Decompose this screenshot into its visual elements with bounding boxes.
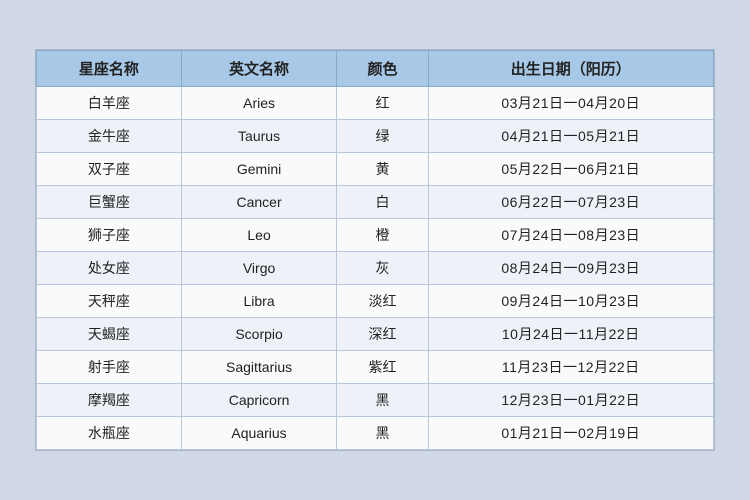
cell-color: 灰 — [337, 252, 428, 285]
cell-dates: 11月23日一12月22日 — [428, 351, 713, 384]
cell-chinese-name: 摩羯座 — [37, 384, 182, 417]
cell-dates: 05月22日一06月21日 — [428, 153, 713, 186]
cell-color: 紫红 — [337, 351, 428, 384]
cell-english-name: Libra — [181, 285, 337, 318]
cell-color: 绿 — [337, 120, 428, 153]
table-row: 金牛座Taurus绿04月21日一05月21日 — [37, 120, 714, 153]
table-row: 天蝎座Scorpio深红10月24日一11月22日 — [37, 318, 714, 351]
cell-english-name: Gemini — [181, 153, 337, 186]
cell-dates: 04月21日一05月21日 — [428, 120, 713, 153]
cell-english-name: Aries — [181, 87, 337, 120]
cell-dates: 12月23日一01月22日 — [428, 384, 713, 417]
table-row: 水瓶座Aquarius黑01月21日一02月19日 — [37, 417, 714, 450]
cell-dates: 10月24日一11月22日 — [428, 318, 713, 351]
cell-chinese-name: 水瓶座 — [37, 417, 182, 450]
cell-color: 红 — [337, 87, 428, 120]
cell-chinese-name: 天秤座 — [37, 285, 182, 318]
cell-chinese-name: 白羊座 — [37, 87, 182, 120]
cell-dates: 07月24日一08月23日 — [428, 219, 713, 252]
cell-color: 深红 — [337, 318, 428, 351]
zodiac-table: 星座名称 英文名称 颜色 出生日期（阳历） 白羊座Aries红03月21日一04… — [36, 50, 714, 450]
zodiac-table-container: 星座名称 英文名称 颜色 出生日期（阳历） 白羊座Aries红03月21日一04… — [35, 49, 715, 451]
cell-dates: 06月22日一07月23日 — [428, 186, 713, 219]
table-body: 白羊座Aries红03月21日一04月20日金牛座Taurus绿04月21日一0… — [37, 87, 714, 450]
header-color: 颜色 — [337, 51, 428, 87]
cell-color: 黄 — [337, 153, 428, 186]
cell-chinese-name: 天蝎座 — [37, 318, 182, 351]
cell-dates: 09月24日一10月23日 — [428, 285, 713, 318]
cell-color: 淡红 — [337, 285, 428, 318]
table-row: 射手座Sagittarius紫红11月23日一12月22日 — [37, 351, 714, 384]
cell-english-name: Aquarius — [181, 417, 337, 450]
cell-english-name: Capricorn — [181, 384, 337, 417]
cell-color: 橙 — [337, 219, 428, 252]
header-chinese-name: 星座名称 — [37, 51, 182, 87]
cell-english-name: Taurus — [181, 120, 337, 153]
header-english-name: 英文名称 — [181, 51, 337, 87]
table-row: 巨蟹座Cancer白06月22日一07月23日 — [37, 186, 714, 219]
table-row: 处女座Virgo灰08月24日一09月23日 — [37, 252, 714, 285]
cell-dates: 01月21日一02月19日 — [428, 417, 713, 450]
table-row: 双子座Gemini黄05月22日一06月21日 — [37, 153, 714, 186]
cell-english-name: Sagittarius — [181, 351, 337, 384]
table-row: 白羊座Aries红03月21日一04月20日 — [37, 87, 714, 120]
table-row: 摩羯座Capricorn黑12月23日一01月22日 — [37, 384, 714, 417]
header-dates: 出生日期（阳历） — [428, 51, 713, 87]
cell-chinese-name: 双子座 — [37, 153, 182, 186]
table-row: 狮子座Leo橙07月24日一08月23日 — [37, 219, 714, 252]
cell-color: 白 — [337, 186, 428, 219]
cell-dates: 03月21日一04月20日 — [428, 87, 713, 120]
cell-english-name: Cancer — [181, 186, 337, 219]
table-row: 天秤座Libra淡红09月24日一10月23日 — [37, 285, 714, 318]
cell-dates: 08月24日一09月23日 — [428, 252, 713, 285]
cell-color: 黑 — [337, 384, 428, 417]
cell-chinese-name: 射手座 — [37, 351, 182, 384]
table-header-row: 星座名称 英文名称 颜色 出生日期（阳历） — [37, 51, 714, 87]
cell-english-name: Virgo — [181, 252, 337, 285]
cell-color: 黑 — [337, 417, 428, 450]
cell-english-name: Leo — [181, 219, 337, 252]
cell-chinese-name: 巨蟹座 — [37, 186, 182, 219]
cell-chinese-name: 处女座 — [37, 252, 182, 285]
cell-chinese-name: 狮子座 — [37, 219, 182, 252]
cell-english-name: Scorpio — [181, 318, 337, 351]
cell-chinese-name: 金牛座 — [37, 120, 182, 153]
